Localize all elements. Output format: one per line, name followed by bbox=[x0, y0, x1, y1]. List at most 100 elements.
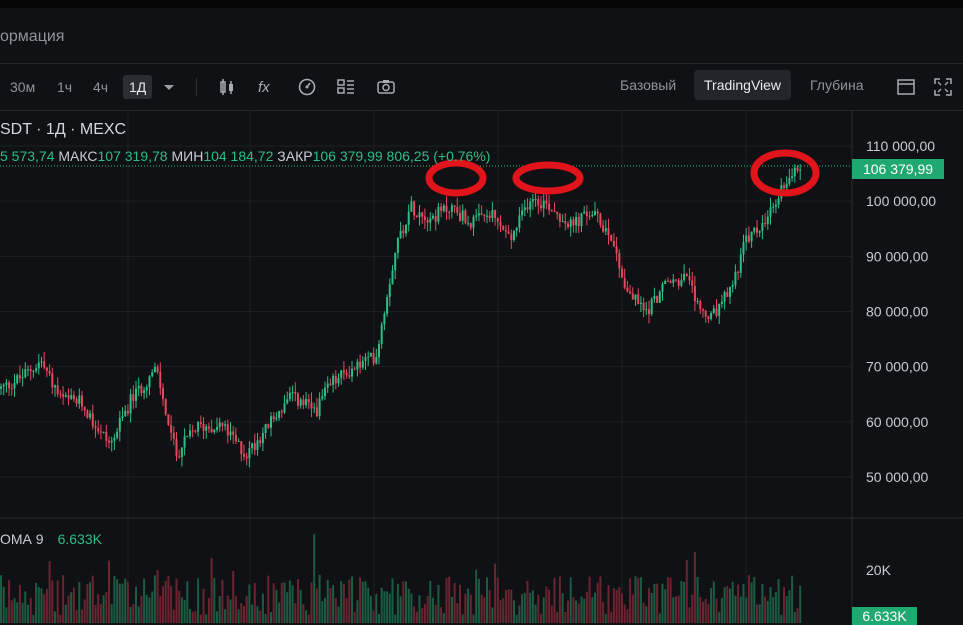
view-depth[interactable]: Глубина bbox=[810, 70, 863, 100]
volume-bar bbox=[648, 588, 650, 623]
candle-body bbox=[467, 223, 470, 225]
candle-body bbox=[548, 203, 551, 211]
candle-body bbox=[353, 368, 356, 370]
candle-body bbox=[64, 395, 67, 398]
volume-bar bbox=[396, 583, 399, 623]
layout-grid-icon[interactable] bbox=[335, 76, 357, 98]
panel-header: ормация bbox=[0, 8, 963, 64]
candle-body bbox=[291, 392, 294, 394]
window-icon[interactable] bbox=[895, 76, 917, 98]
interval-4h[interactable]: 4ч bbox=[93, 75, 108, 99]
candle-body bbox=[661, 283, 664, 292]
candle-body bbox=[156, 366, 159, 372]
volume-bar bbox=[391, 578, 394, 623]
volume-legend: ОМА 9 6.633K bbox=[0, 531, 102, 547]
candle-body bbox=[693, 285, 696, 302]
volume-bar bbox=[793, 611, 796, 623]
view-basic[interactable]: Базовый bbox=[620, 70, 676, 100]
candle-body bbox=[753, 227, 756, 232]
interval-30m[interactable]: 30м bbox=[10, 75, 35, 99]
candle-body bbox=[669, 281, 672, 283]
candle-body bbox=[615, 246, 618, 254]
volume-bar bbox=[359, 577, 362, 623]
candle-body bbox=[113, 437, 116, 441]
candle-body bbox=[140, 385, 143, 394]
candle-body bbox=[729, 286, 731, 297]
candle-body bbox=[378, 343, 380, 358]
candle-body bbox=[175, 438, 178, 457]
candle-body bbox=[712, 308, 715, 314]
volume-bar bbox=[89, 582, 92, 623]
volume-bar bbox=[388, 593, 391, 623]
volume-bar bbox=[383, 591, 386, 623]
volume-bar bbox=[683, 581, 686, 623]
interval-1d[interactable]: 1Д bbox=[123, 75, 153, 99]
volume-bar bbox=[772, 597, 775, 623]
volume-bar bbox=[364, 581, 367, 623]
candle-body bbox=[642, 302, 645, 311]
volume-bar bbox=[423, 604, 426, 623]
volume-bar bbox=[696, 577, 699, 623]
volume-bar bbox=[685, 560, 688, 623]
camera-icon[interactable] bbox=[375, 76, 397, 98]
volume-bar bbox=[207, 597, 210, 623]
candles-icon[interactable] bbox=[216, 76, 238, 98]
candle-body bbox=[43, 361, 46, 368]
legend-high-value: 107 319,78 bbox=[97, 148, 168, 164]
volume-bar bbox=[261, 593, 264, 623]
volume-bar bbox=[175, 578, 178, 623]
volume-bar bbox=[631, 594, 634, 623]
legend-open-value: 5 573,74 bbox=[0, 148, 55, 164]
candle-body bbox=[537, 199, 540, 206]
candle-body bbox=[469, 223, 472, 228]
volume-bar bbox=[226, 595, 229, 623]
volume-bar bbox=[558, 576, 561, 623]
candle-body bbox=[515, 227, 518, 231]
candle-body bbox=[37, 362, 40, 369]
volume-bar bbox=[494, 563, 497, 623]
candle-body bbox=[418, 212, 421, 218]
candle-body bbox=[769, 207, 772, 217]
volume-bar bbox=[753, 577, 756, 623]
candle-body bbox=[132, 394, 135, 401]
view-tradingview[interactable]: TradingView bbox=[694, 70, 792, 100]
candle-body bbox=[645, 309, 648, 311]
volume-bar bbox=[72, 587, 75, 623]
volume-bar bbox=[45, 589, 48, 623]
volume-bar bbox=[548, 589, 551, 623]
volume-bar bbox=[337, 606, 340, 623]
candle-body bbox=[507, 231, 510, 234]
candle-body bbox=[348, 375, 351, 377]
fullscreen-icon[interactable] bbox=[932, 76, 954, 98]
volume-bar bbox=[256, 606, 259, 623]
candle-body bbox=[270, 416, 272, 428]
price-chart[interactable]: 50 000,00 60 000,00 70 000,00 80 000,00 90 0… bbox=[0, 110, 963, 623]
candle-body bbox=[388, 284, 391, 298]
candle-body bbox=[213, 429, 216, 433]
candle-body bbox=[653, 296, 656, 299]
chevron-down-icon[interactable] bbox=[158, 76, 180, 98]
volume-bar bbox=[764, 596, 767, 623]
candle-body bbox=[542, 200, 545, 209]
volume-bar bbox=[526, 580, 529, 623]
candle-body bbox=[13, 383, 16, 389]
volume-bar bbox=[143, 578, 146, 623]
volume-bar bbox=[656, 583, 659, 623]
candle-body bbox=[531, 199, 534, 202]
legend-ohlc: 5 573,74 МАКС107 319,78 МИН104 184,72 ЗА… bbox=[0, 148, 490, 164]
candle-body bbox=[699, 301, 702, 310]
volume-bar bbox=[761, 583, 764, 623]
volume-bar bbox=[707, 603, 710, 623]
candle-body bbox=[637, 294, 640, 304]
gauge-icon[interactable] bbox=[296, 76, 318, 98]
volume-bar bbox=[234, 596, 237, 623]
candle-body bbox=[299, 399, 302, 406]
indicators-fx-icon[interactable]: fx bbox=[256, 76, 278, 98]
candle-body bbox=[475, 215, 478, 217]
volume-bar bbox=[37, 587, 40, 623]
interval-1h[interactable]: 1ч bbox=[57, 75, 72, 99]
volume-bar bbox=[791, 575, 794, 623]
volume-bar bbox=[702, 601, 704, 623]
volume-bar bbox=[43, 594, 46, 623]
volume-bar bbox=[99, 604, 102, 623]
